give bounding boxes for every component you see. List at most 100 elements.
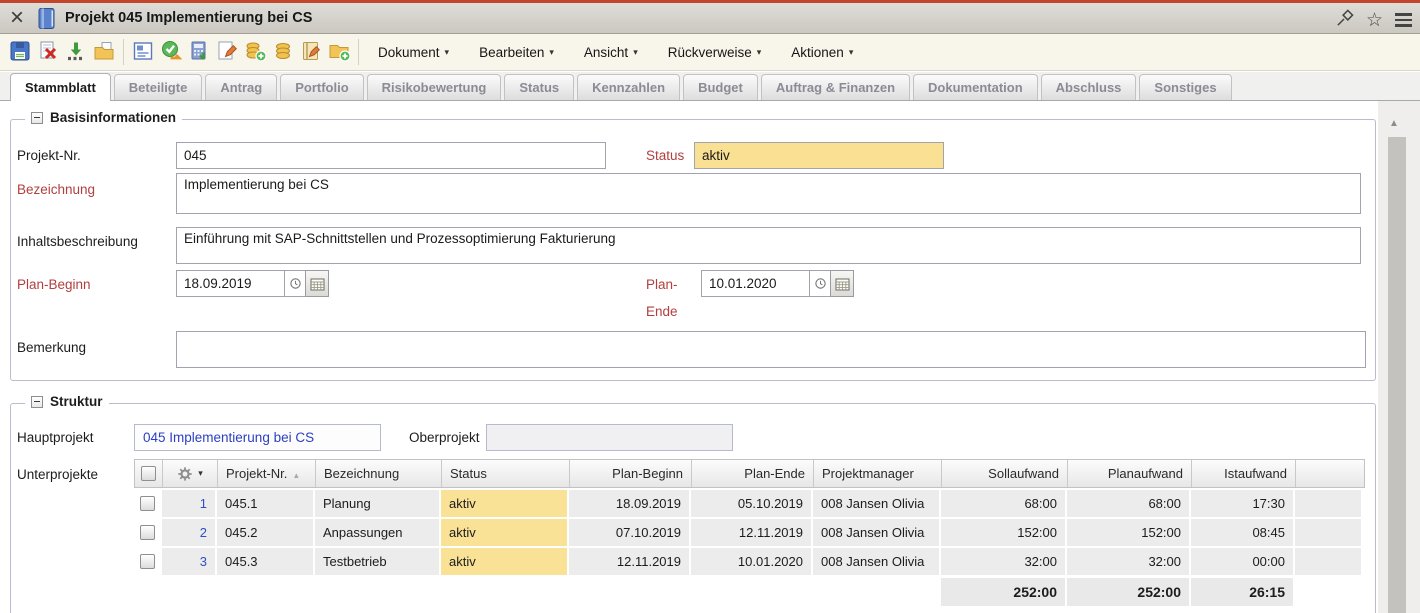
project-document-icon [36,7,57,30]
row-checkbox[interactable] [140,554,155,569]
inhaltsbeschreibung-label: Inhaltsbeschreibung [17,228,138,255]
menu-ansicht[interactable]: Ansicht▾ [584,45,638,60]
tab-dokumentation[interactable]: Dokumentation [913,74,1038,100]
hauptprojekt-link[interactable]: 045 Implementierung bei CS [134,424,381,451]
save-button[interactable] [6,38,34,66]
tab-risikobewertung[interactable]: Risikobewertung [367,74,502,100]
menu-dokument[interactable]: Dokument▾ [378,45,449,60]
plan-ende-input[interactable] [701,270,809,297]
cell-plan-ende: 12.11.2019 [691,519,811,546]
section-basisinformationen: Basisinformationen Projekt-Nr. Status Be… [10,119,1376,381]
cell-projektmanager: 008 Jansen Olivia [813,519,939,546]
menu-bearbeiten[interactable]: Bearbeiten▾ [479,45,554,60]
menu-icon[interactable] [1395,13,1412,27]
tab-status[interactable]: Status [504,74,574,100]
costs-button[interactable] [269,38,297,66]
status-input[interactable] [694,142,944,169]
column-header-istaufwand[interactable]: Istaufwand [1192,460,1296,487]
row-number-link[interactable]: 2 [162,519,215,546]
inhaltsbeschreibung-textarea[interactable]: Einführung mit SAP-Schnittstellen und Pr… [176,227,1361,264]
tab-auftrag-finanzen[interactable]: Auftrag & Finanzen [761,74,910,100]
pin-icon[interactable] [1335,9,1354,31]
cell-plan-beginn: 12.11.2019 [569,548,689,575]
column-header-bezeichnung[interactable]: Bezeichnung [316,460,442,487]
row-checkbox[interactable] [140,496,155,511]
plan-beginn-input[interactable] [176,270,284,297]
row-checkbox[interactable] [140,525,155,540]
add-costs-button[interactable] [241,38,269,66]
toolbar-separator [358,39,359,65]
calendar-icon[interactable] [305,270,329,297]
edit-document-button[interactable] [213,38,241,66]
column-header-projektmanager[interactable]: Projektmanager [814,460,942,487]
cell-planaufwand: 68:00 [1067,490,1189,517]
column-header-status[interactable]: Status [442,460,570,487]
export-button[interactable] [62,38,90,66]
row-number-link[interactable]: 1 [162,490,215,517]
tab-sonstiges[interactable]: Sonstiges [1139,74,1231,100]
clock-icon[interactable] [284,270,305,297]
column-header-projekt-nr[interactable]: Projekt-Nr.▲ [218,460,316,487]
cell-bezeichnung: Planung [315,490,439,517]
add-folder-button[interactable] [325,38,353,66]
column-header-planaufwand[interactable]: Planaufwand [1068,460,1192,487]
cell-empty [1295,548,1361,575]
scroll-up-arrow[interactable]: ▲ [1389,118,1399,129]
column-header-sollaufwand[interactable]: Sollaufwand [942,460,1068,487]
application-window: × Projekt 045 Implementierung bei CS ☆ D… [0,0,1420,613]
row-number-link[interactable]: 3 [162,548,215,575]
approve-button[interactable] [157,38,185,66]
status-label: Status [646,142,684,169]
menu-rueckverweise[interactable]: Rückverweise▾ [668,45,762,60]
tab-portfolio[interactable]: Portfolio [280,74,363,100]
cell-projekt-nr: 045.2 [217,519,313,546]
edit-document-icon [215,39,239,66]
total-istaufwand: 26:15 [1191,578,1293,606]
delete-document-icon [36,39,60,66]
menu-aktionen[interactable]: Aktionen▾ [791,45,853,60]
cell-empty [1295,490,1361,517]
table-row: 1 045.1 Planung aktiv 18.09.2019 05.10.2… [134,490,1365,517]
form-content: Basisinformationen Projekt-Nr. Status Be… [0,101,1378,613]
project-structure-button[interactable] [129,38,157,66]
hauptprojekt-label: Hauptprojekt [17,424,94,451]
cell-projekt-nr: 045.3 [217,548,313,575]
cell-sollaufwand: 32:00 [941,548,1065,575]
chevron-down-icon: ▾ [633,47,638,58]
plan-beginn-label: Plan-Beginn [17,271,91,298]
delete-button[interactable] [34,38,62,66]
tab-kennzahlen[interactable]: Kennzahlen [577,74,680,100]
calculate-button[interactable] [185,38,213,66]
toolbar-separator [123,39,124,65]
oberprojekt-field [486,424,733,451]
download-arrow-icon [64,39,88,66]
cell-plan-ende: 10.01.2020 [691,548,811,575]
favorite-star-icon[interactable]: ☆ [1366,11,1383,30]
bemerkung-textarea[interactable] [176,331,1366,368]
calendar-icon[interactable] [830,270,854,297]
column-header-plan-beginn[interactable]: Plan-Beginn [570,460,692,487]
tab-beteiligte[interactable]: Beteiligte [114,74,203,100]
chevron-down-icon: ▾ [549,47,554,58]
collapse-icon[interactable] [31,396,43,408]
tab-antrag[interactable]: Antrag [205,74,277,100]
select-all-checkbox[interactable] [141,466,156,481]
tab-stammblatt[interactable]: Stammblatt [10,73,111,101]
unterprojekte-label: Unterprojekte [17,461,98,488]
scrollbar-gutter: ▲ [1378,101,1420,613]
tab-budget[interactable]: Budget [683,74,758,100]
column-header-plan-ende[interactable]: Plan-Ende [692,460,814,487]
copy-button[interactable] [90,38,118,66]
scrollbar-thumb[interactable] [1388,137,1406,613]
edit-journal-button[interactable] [297,38,325,66]
collapse-icon[interactable] [31,112,43,124]
clock-icon[interactable] [809,270,830,297]
cell-plan-beginn: 07.10.2019 [569,519,689,546]
bezeichnung-textarea[interactable]: Implementierung bei CS [176,173,1361,214]
projekt-nr-input[interactable] [176,142,606,169]
table-settings-button[interactable]: ▾ [177,460,203,487]
tab-abschluss[interactable]: Abschluss [1041,74,1137,100]
close-icon[interactable]: × [0,5,34,31]
cell-planaufwand: 32:00 [1067,548,1189,575]
cell-istaufwand: 08:45 [1191,519,1293,546]
